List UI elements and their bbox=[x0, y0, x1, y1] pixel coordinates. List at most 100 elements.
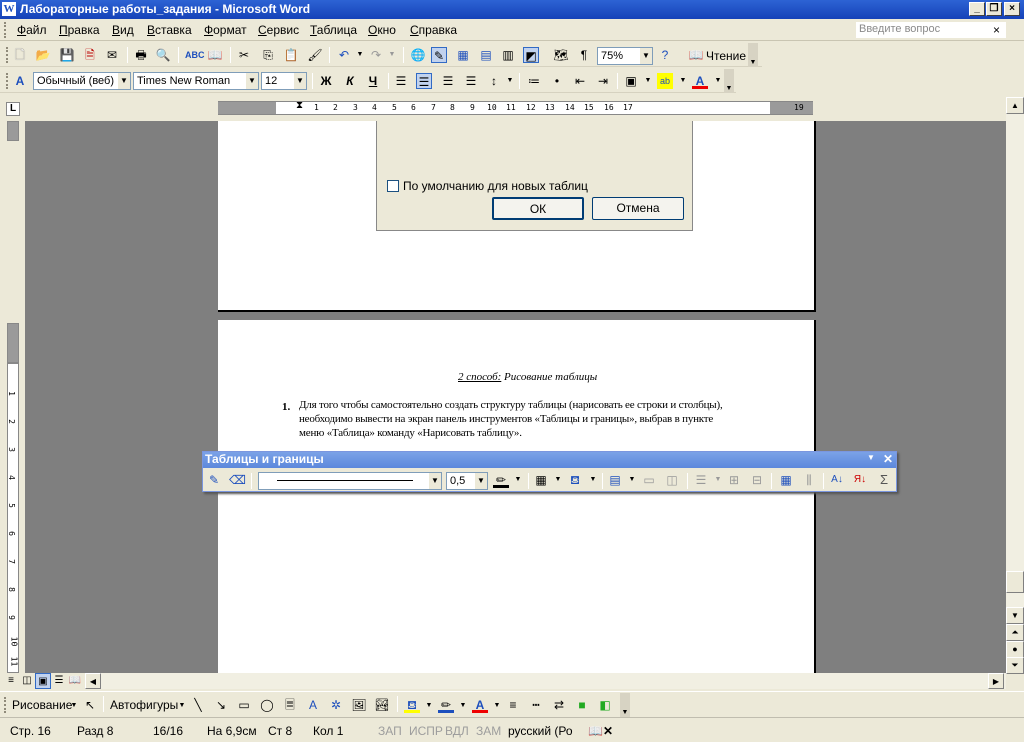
word-app-icon[interactable]: W bbox=[2, 2, 16, 16]
line-color-dropdown-icon[interactable]: ▼ bbox=[455, 698, 471, 714]
copy-icon[interactable]: ⎘ bbox=[260, 47, 276, 63]
menu-help[interactable]: Справка bbox=[410, 23, 457, 37]
insert-table-icon[interactable]: ▤ bbox=[607, 472, 623, 488]
vertical-ruler[interactable]: 1 2 3 4 5 6 7 8 9 10 11 bbox=[5, 121, 21, 673]
distribute-rows-icon[interactable]: ⊞ bbox=[726, 472, 742, 488]
redo-dropdown-icon[interactable]: ▼ bbox=[384, 47, 400, 63]
reading-layout-icon[interactable]: 📖 bbox=[688, 47, 704, 63]
chevron-down-icon[interactable]: ▼ bbox=[475, 473, 487, 489]
print-layout-icon[interactable]: ▣ bbox=[35, 673, 51, 689]
text-direction-icon[interactable]: ⫼ bbox=[801, 472, 817, 488]
diagram-icon[interactable]: ✲ bbox=[328, 697, 344, 713]
drawing-menu[interactable]: Рисование bbox=[12, 698, 72, 712]
outside-border-icon[interactable]: ▦ bbox=[533, 472, 549, 488]
justify-icon[interactable]: ☰ bbox=[463, 73, 479, 89]
text-box-icon[interactable]: 🗏 bbox=[282, 697, 298, 713]
scroll-down-icon[interactable]: ▼ bbox=[1006, 607, 1024, 624]
open-folder-icon[interactable]: 📂 bbox=[35, 47, 51, 63]
italic-button[interactable]: К bbox=[342, 73, 358, 89]
table-autoformat-icon[interactable]: ▦ bbox=[778, 472, 794, 488]
scroll-right-icon[interactable]: ▶ bbox=[988, 673, 1004, 689]
email-icon[interactable]: ✉ bbox=[104, 47, 120, 63]
help-icon[interactable]: ? bbox=[657, 47, 673, 63]
outline-view-icon[interactable]: ☰ bbox=[51, 673, 67, 689]
zoom-combo[interactable]: 75% ▼ bbox=[597, 47, 653, 65]
toolbar-grip[interactable] bbox=[6, 73, 10, 89]
scroll-left-icon[interactable]: ◀ bbox=[85, 673, 101, 689]
normal-view-icon[interactable]: ≡ bbox=[3, 673, 19, 689]
oval-icon[interactable]: ◯ bbox=[259, 697, 275, 713]
undo-icon[interactable]: ↶ bbox=[336, 47, 352, 63]
insert-table-dropdown-icon[interactable]: ▼ bbox=[624, 472, 640, 488]
menu-format[interactable]: Формат bbox=[204, 23, 247, 37]
menu-edit[interactable]: Правка bbox=[59, 23, 100, 37]
split-cells-icon[interactable]: ◫ bbox=[664, 472, 680, 488]
indent-marker[interactable]: ⧗ bbox=[296, 100, 303, 111]
line-spacing-icon[interactable]: ↕ bbox=[486, 73, 502, 89]
chevron-down-icon[interactable]: ▼ bbox=[429, 473, 441, 489]
font-combo[interactable]: Times New Roman ▼ bbox=[133, 72, 259, 90]
drawing-dropdown-icon[interactable]: ▼ bbox=[66, 698, 82, 714]
tab-selector[interactable]: L bbox=[6, 102, 20, 116]
shadow-style-icon[interactable]: ■ bbox=[574, 697, 590, 713]
toolbar-grip[interactable] bbox=[6, 47, 10, 63]
style-combo[interactable]: Обычный (веб) ▼ bbox=[33, 72, 131, 90]
restore-button[interactable]: ❐ bbox=[986, 2, 1002, 16]
show-hide-icon[interactable]: ¶ bbox=[576, 47, 592, 63]
autosum-icon[interactable]: Σ bbox=[876, 472, 892, 488]
status-track-changes[interactable]: ИСПР bbox=[409, 724, 443, 738]
horizontal-ruler[interactable]: ⧗ 1 2 3 4 5 6 7 8 9 10 11 12 13 14 15 16… bbox=[218, 100, 813, 115]
dash-style-icon[interactable]: ┅ bbox=[528, 697, 544, 713]
drawing-icon[interactable]: ◩ bbox=[523, 47, 539, 63]
borders-icon[interactable]: ▣ bbox=[623, 73, 639, 89]
toolbar-grip[interactable] bbox=[4, 697, 8, 713]
sort-ascending-icon[interactable]: A↓ bbox=[829, 472, 845, 488]
highlight-dropdown-icon[interactable]: ▼ bbox=[675, 73, 691, 89]
status-extend[interactable]: ВДЛ bbox=[445, 724, 469, 738]
increase-indent-icon[interactable]: ⇥ bbox=[595, 73, 611, 89]
toolbar-options-icon[interactable]: ▼ bbox=[620, 693, 630, 717]
autoshapes-menu[interactable]: Автофигуры bbox=[110, 698, 178, 712]
read-button[interactable]: Чтение bbox=[706, 49, 746, 63]
close-document-icon[interactable]: × bbox=[993, 23, 1000, 37]
status-record-macro[interactable]: ЗАП bbox=[378, 724, 402, 738]
line-style-combo[interactable]: ▼ bbox=[258, 472, 442, 490]
tables-borders-icon[interactable]: ✎ bbox=[431, 47, 447, 63]
line-style-icon[interactable]: ≡ bbox=[505, 697, 521, 713]
print-preview-icon[interactable]: 🔍 bbox=[155, 47, 171, 63]
fill-color-icon[interactable]: ⛾ bbox=[404, 697, 420, 713]
insert-excel-icon[interactable]: ▤ bbox=[478, 47, 494, 63]
font-color-icon[interactable]: A bbox=[692, 73, 708, 89]
distribute-columns-icon[interactable]: ⊟ bbox=[749, 472, 765, 488]
scroll-up-icon[interactable]: ▲ bbox=[1006, 97, 1024, 114]
wordart-icon[interactable]: A bbox=[305, 697, 321, 713]
redo-icon[interactable]: ↷ bbox=[368, 47, 384, 63]
toolbar-options-icon[interactable]: ▼ bbox=[748, 43, 758, 67]
merge-cells-icon[interactable]: ▭ bbox=[641, 472, 657, 488]
spelling-icon[interactable]: ABC bbox=[185, 47, 205, 63]
minimize-button[interactable]: _ bbox=[969, 2, 985, 16]
font-color-icon[interactable]: A bbox=[472, 697, 488, 713]
align-left-icon[interactable]: ☰ bbox=[393, 73, 409, 89]
cut-icon[interactable]: ✂ bbox=[236, 47, 252, 63]
undo-dropdown-icon[interactable]: ▼ bbox=[352, 47, 368, 63]
reading-view-icon[interactable]: 📖 bbox=[67, 673, 83, 689]
scroll-thumb[interactable] bbox=[1006, 571, 1024, 593]
horizontal-scrollbar[interactable]: ◀ ▶ bbox=[85, 673, 1006, 689]
menu-table[interactable]: Таблица bbox=[310, 23, 357, 37]
draw-table-icon[interactable]: ✎ bbox=[206, 472, 222, 488]
close-window-button[interactable]: × bbox=[1004, 2, 1020, 16]
format-painter-icon[interactable]: 🖌 bbox=[307, 47, 323, 63]
toolbar-options-icon[interactable]: ▼ bbox=[867, 453, 875, 462]
web-view-icon[interactable]: ◫ bbox=[19, 673, 35, 689]
bullets-icon[interactable]: • bbox=[549, 73, 565, 89]
line-weight-combo[interactable]: 0,5 ▼ bbox=[446, 472, 488, 490]
menu-insert[interactable]: Вставка bbox=[147, 23, 192, 37]
spelling-status-icon[interactable]: 📖✕ bbox=[588, 724, 613, 738]
align-cell-icon[interactable]: ☰ bbox=[693, 472, 709, 488]
numbering-icon[interactable]: ≔ bbox=[526, 73, 542, 89]
cancel-button[interactable]: Отмена bbox=[592, 197, 684, 220]
page-2[interactable]: 2 способ: Рисование таблицы 1. Для того … bbox=[218, 320, 816, 673]
previous-page-icon[interactable]: ⏶ bbox=[1006, 624, 1024, 641]
columns-icon[interactable]: ▥ bbox=[500, 47, 516, 63]
